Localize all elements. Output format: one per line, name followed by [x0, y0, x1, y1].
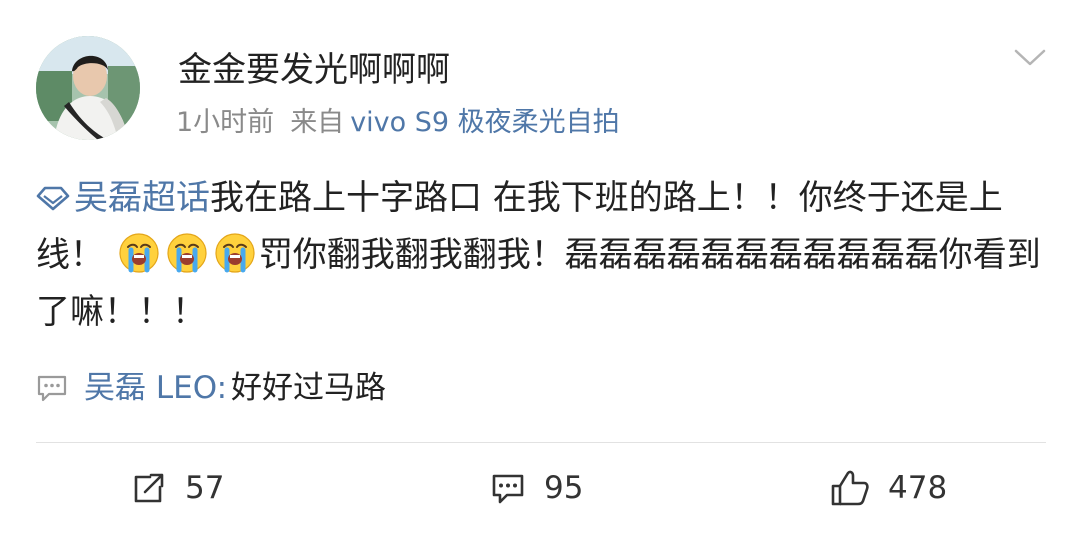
comment-count: 95	[544, 470, 584, 506]
avatar[interactable]	[36, 36, 140, 140]
comment-author-link[interactable]: 吴磊 LEO	[84, 370, 217, 406]
divider	[36, 442, 1046, 443]
post-content: 吴磊超话我在路上十字路口 在我下班的路上！！你终于还是上线！ 罚你翻我翻我翻我！…	[36, 170, 1046, 341]
loudly-crying-face-icon	[167, 233, 207, 273]
thumbs-up-icon	[831, 470, 869, 506]
like-button[interactable]: 478	[830, 465, 947, 511]
comment-text: 好好过马路	[231, 370, 387, 406]
share-button[interactable]: 57	[131, 465, 224, 511]
share-count: 57	[185, 470, 225, 506]
weibo-post-card: 金金要发光啊啊啊 1小时前 来自 vivo S9 极夜柔光自拍 吴磊超话我在路上十字…	[0, 0, 1080, 534]
featured-comment[interactable]: 吴磊 LEO: 好好过马路	[36, 365, 386, 411]
like-count: 478	[888, 470, 948, 506]
post-meta: 1小时前 来自 vivo S9 极夜柔光自拍	[176, 104, 620, 142]
comment-icon	[37, 375, 67, 402]
device-link[interactable]: vivo S9 极夜柔光自拍	[350, 107, 619, 138]
post-time: 1小时前	[176, 107, 275, 138]
author-name[interactable]: 金金要发光啊啊啊	[178, 46, 450, 94]
topic-name[interactable]: 吴磊超话	[74, 178, 210, 218]
share-icon	[134, 473, 164, 503]
comment-button[interactable]: 95	[490, 465, 583, 511]
chevron-down-icon[interactable]	[1012, 44, 1048, 72]
avatar-image	[36, 36, 140, 140]
source-label: 来自	[290, 107, 345, 138]
diamond-icon	[36, 186, 70, 211]
loudly-crying-face-icon	[119, 233, 159, 273]
comment-separator: :	[216, 370, 228, 406]
topic-link[interactable]: 吴磊超话	[36, 178, 210, 218]
loudly-crying-face-icon	[215, 233, 255, 273]
comment-icon	[492, 474, 524, 504]
